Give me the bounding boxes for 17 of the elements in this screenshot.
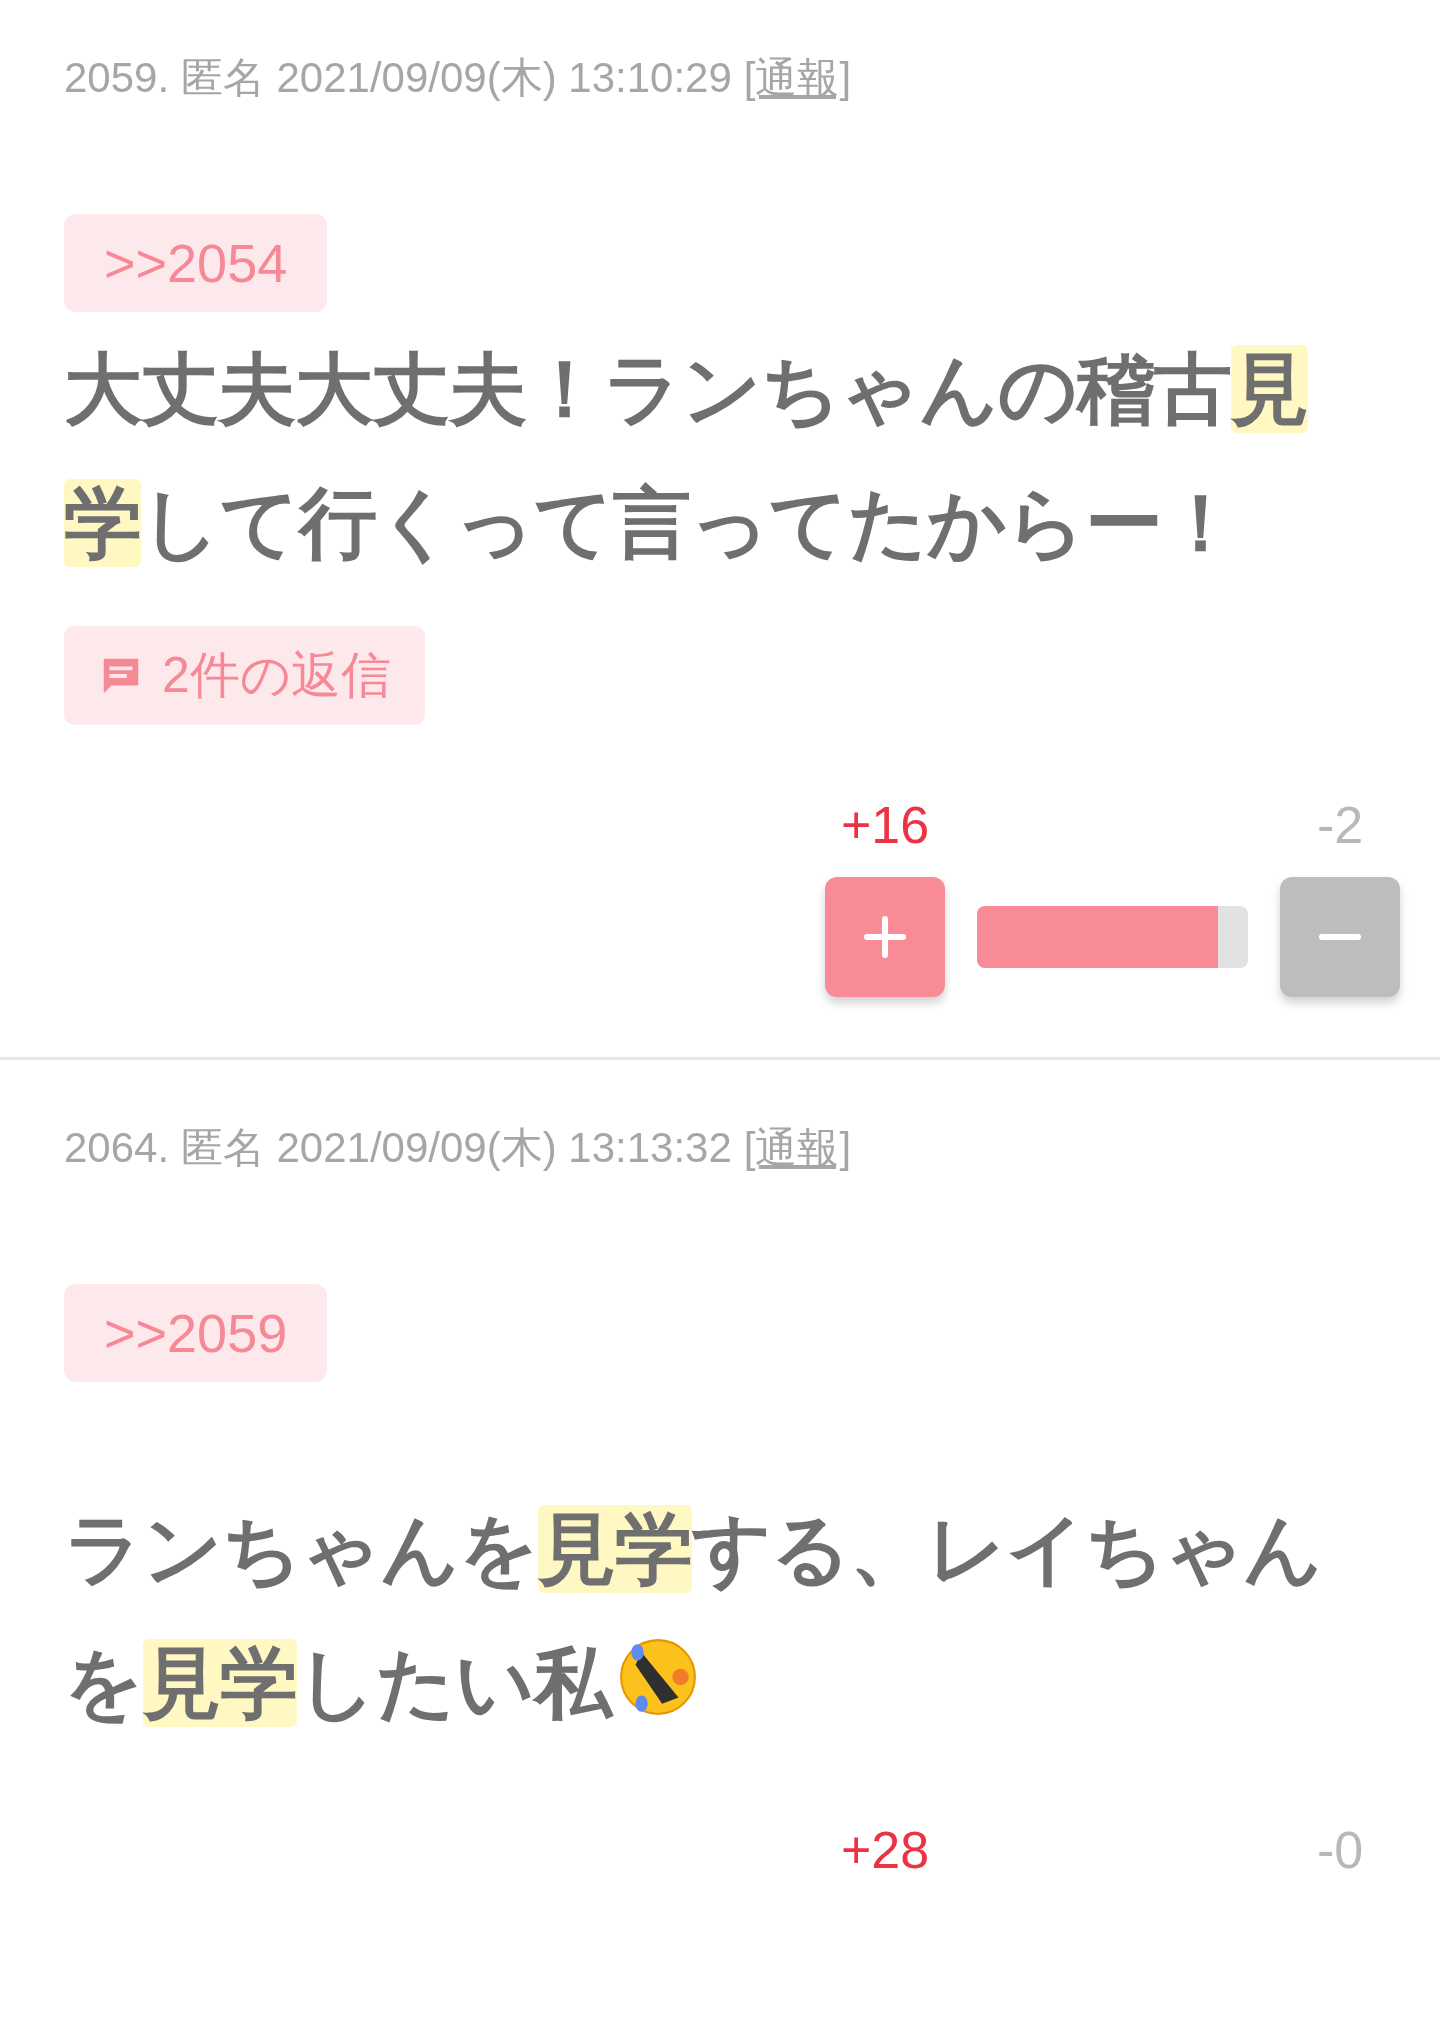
post-meta: 2059. 匿名 2021/09/09(木) 13:10:29 bbox=[64, 53, 732, 103]
quote-link[interactable]: >>2059 bbox=[64, 1284, 328, 1382]
minus-icon bbox=[1318, 933, 1362, 941]
quote-link[interactable]: >>2054 bbox=[64, 214, 328, 312]
report-link[interactable]: [通報] bbox=[743, 1120, 852, 1176]
downvote-button[interactable] bbox=[1280, 877, 1400, 997]
report-link[interactable]: [通報] bbox=[743, 50, 852, 106]
plus-icon bbox=[863, 915, 907, 959]
replies-button[interactable]: 2件の返信 bbox=[64, 626, 425, 725]
post-meta: 2064. 匿名 2021/09/09(木) 13:13:32 bbox=[64, 1123, 732, 1173]
post-body: 大丈夫大丈夫！ランちゃんの稽古見 学 して行くって言ってたからー！ bbox=[64, 344, 1309, 569]
upvote-count: +16 bbox=[840, 795, 930, 855]
upvote-count: +28 bbox=[840, 1820, 930, 1880]
upvote-button[interactable] bbox=[825, 877, 945, 997]
downvote-count: -2 bbox=[1316, 795, 1364, 855]
downvote-count: -0 bbox=[1316, 1820, 1364, 1880]
post-body: ランちゃんを見学する、レイちゃんを見学 したい私 bbox=[64, 1504, 1323, 1729]
